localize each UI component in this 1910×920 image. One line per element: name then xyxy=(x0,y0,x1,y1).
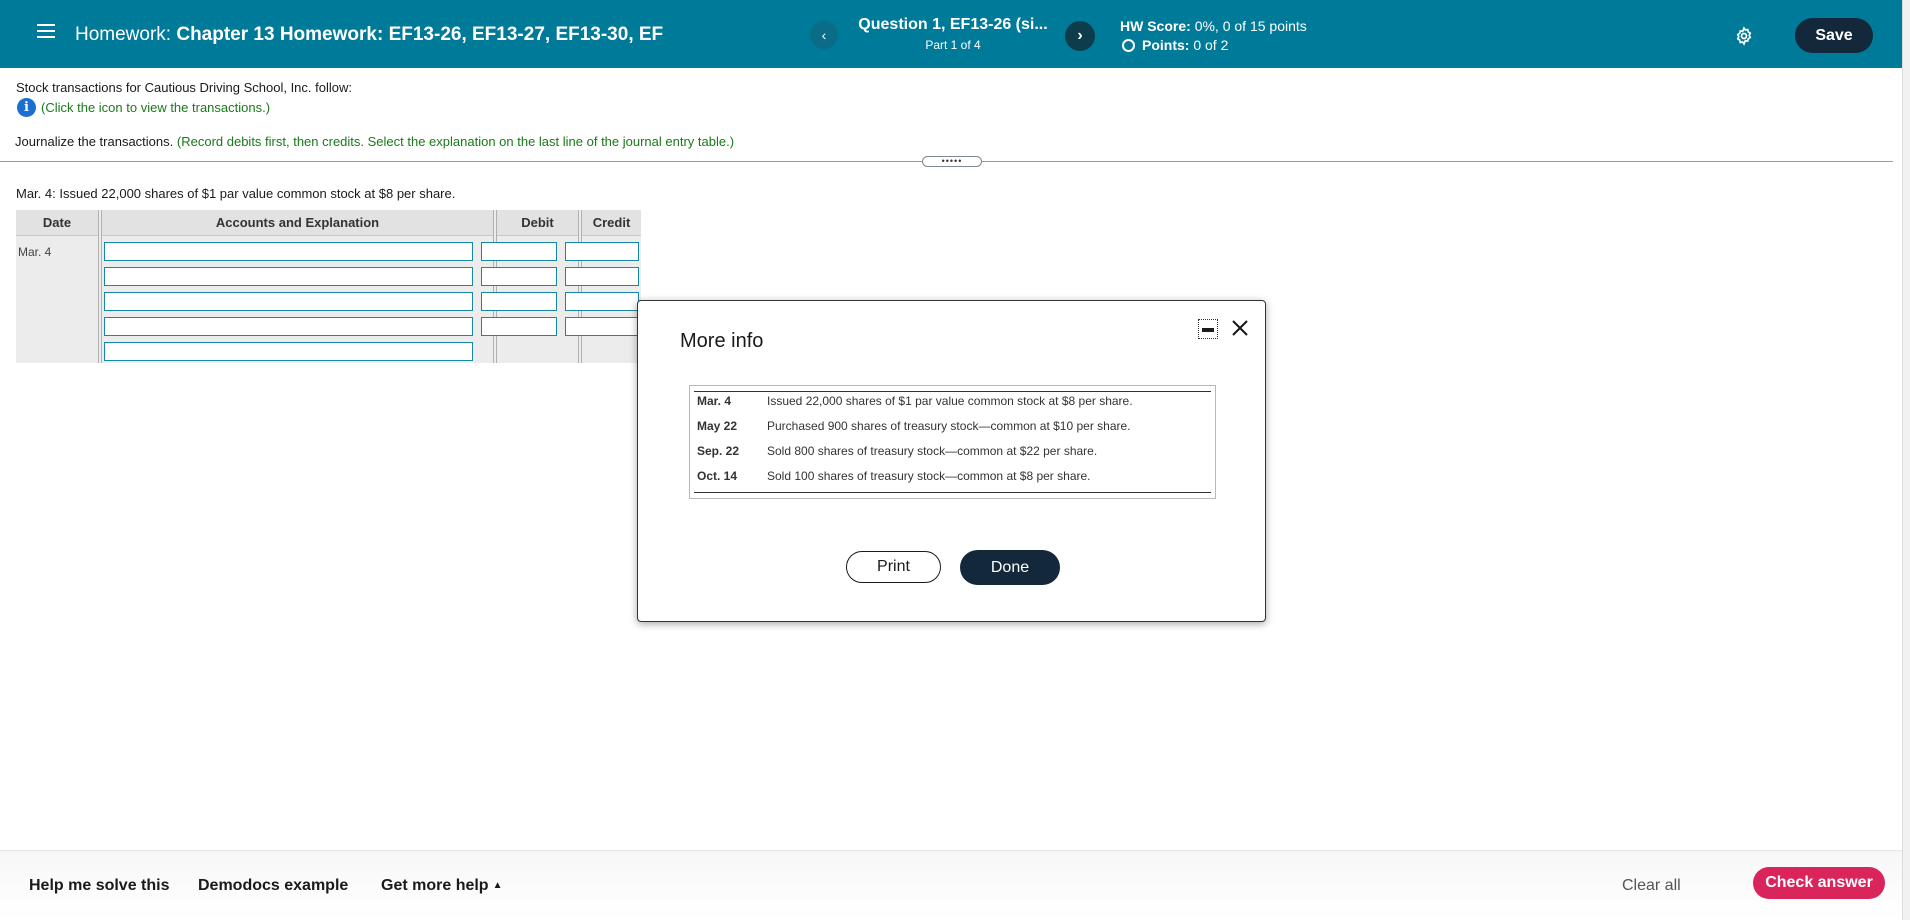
row-text: Sold 100 shares of treasury stock—common… xyxy=(767,469,1091,483)
transactions-table: Mar. 4 Issued 22,000 shares of $1 par val… xyxy=(689,385,1216,499)
check-answer-button[interactable]: Check answer xyxy=(1753,867,1885,899)
header-date: Date xyxy=(16,210,98,236)
save-button[interactable]: Save xyxy=(1795,18,1873,53)
table-row: Mar. 4 Issued 22,000 shares of $1 par val… xyxy=(697,394,1133,408)
caret-up-icon: ▲ xyxy=(492,880,503,891)
debit-input-3[interactable] xyxy=(481,292,557,311)
debit-input-2[interactable] xyxy=(481,267,557,286)
homework-title: Homework: Chapter 13 Homework: EF13-26, … xyxy=(75,24,663,46)
help-me-solve-button[interactable]: Help me solve this xyxy=(29,877,170,895)
debit-input-4[interactable] xyxy=(481,317,557,336)
info-icon[interactable]: i xyxy=(17,98,36,117)
explanation-input[interactable] xyxy=(104,342,473,361)
table-row: Sep. 22 Sold 800 shares of treasury stock… xyxy=(697,444,1097,458)
row-date: Mar. 4 xyxy=(697,394,732,408)
table-row: Oct. 14 Sold 100 shares of treasury stock… xyxy=(697,469,1091,483)
print-button[interactable]: Print xyxy=(846,551,941,583)
table-rule-bottom xyxy=(694,492,1211,493)
account-input-3[interactable] xyxy=(104,292,473,311)
entry-date: Mar. 4 xyxy=(18,245,52,259)
demodocs-button[interactable]: Demodocs example xyxy=(198,877,348,895)
clear-all-button[interactable]: Clear all xyxy=(1622,877,1681,895)
credit-input-1[interactable] xyxy=(565,242,639,261)
next-question-button[interactable]: › xyxy=(1065,21,1095,51)
homework-prefix: Homework: xyxy=(75,24,172,45)
row-date: May 22 xyxy=(697,419,738,433)
header-credit: Credit xyxy=(582,210,641,236)
credit-input-3[interactable] xyxy=(565,292,639,311)
previous-question-button[interactable]: ‹ xyxy=(810,21,838,49)
credit-input-2[interactable] xyxy=(565,267,639,286)
hw-score-value: 0%, 0 of 15 points xyxy=(1194,18,1307,34)
header-accounts: Accounts and Explanation xyxy=(102,210,493,236)
row-text: Issued 22,000 shares of $1 par value com… xyxy=(767,394,1133,408)
header-debit: Debit xyxy=(497,210,578,236)
dialog-title: More info xyxy=(680,330,764,352)
table-row: May 22 Purchased 900 shares of treasury s… xyxy=(697,419,1131,433)
gear-icon[interactable] xyxy=(1734,26,1754,46)
instructions-text: Journalize the transactions. xyxy=(15,134,174,149)
done-button[interactable]: Done xyxy=(960,550,1060,585)
row-date: Sep. 22 xyxy=(697,444,740,458)
question-title[interactable]: Question 1, EF13-26 (si... xyxy=(848,16,1058,34)
top-bar: Homework: Chapter 13 Homework: EF13-26, … xyxy=(0,0,1902,68)
points-value: 0 of 2 xyxy=(1193,37,1229,53)
table-rule-top xyxy=(694,391,1211,392)
page-scrollbar[interactable] xyxy=(1902,0,1910,920)
menu-icon[interactable] xyxy=(37,24,55,38)
row-text: Purchased 900 shares of treasury stock—c… xyxy=(767,419,1131,433)
points: Points: 0 of 2 xyxy=(1122,37,1228,53)
question-part: Part 1 of 4 xyxy=(925,38,981,52)
account-input-2[interactable] xyxy=(104,267,473,286)
get-more-help-label: Get more help xyxy=(381,877,489,894)
points-label: Points: xyxy=(1142,37,1190,53)
info-hint: (Click the icon to view the transactions… xyxy=(41,100,271,115)
journal-entry-table: Date Accounts and Explanation Debit Cred… xyxy=(16,210,641,363)
hw-score: HW Score: 0%, 0 of 15 points xyxy=(1120,18,1307,34)
instructions-hint: (Record debits first, then credits. Sele… xyxy=(176,134,735,149)
minimize-icon[interactable] xyxy=(1198,319,1218,339)
get-more-help-button[interactable]: Get more help ▲ xyxy=(381,877,502,895)
debit-input-1[interactable] xyxy=(481,242,557,261)
row-date: Oct. 14 xyxy=(697,469,738,483)
question-intro: Stock transactions for Cautious Driving … xyxy=(16,80,352,95)
hw-score-label: HW Score: xyxy=(1120,18,1191,34)
footer-bar: Help me solve this Demodocs example Get … xyxy=(0,850,1902,920)
account-input-4[interactable] xyxy=(104,317,473,336)
row-text: Sold 800 shares of treasury stock—common… xyxy=(767,444,1098,458)
points-status-icon xyxy=(1122,39,1135,52)
account-input-1[interactable] xyxy=(104,242,473,261)
credit-input-4[interactable] xyxy=(565,317,639,336)
more-info-dialog: More info Mar. 4 Issued 22,000 shares of … xyxy=(637,300,1266,622)
info-line: i (Click the icon to view the transactio… xyxy=(17,98,270,117)
transaction-label: Mar. 4: Issued 22,000 shares of $1 par v… xyxy=(16,186,456,201)
instructions: Journalize the transactions. (Record deb… xyxy=(15,134,734,149)
close-icon[interactable] xyxy=(1229,317,1251,339)
homework-name: Chapter 13 Homework: EF13-26, EF13-27, E… xyxy=(176,24,664,45)
resize-handle[interactable]: ••••• xyxy=(922,156,982,167)
